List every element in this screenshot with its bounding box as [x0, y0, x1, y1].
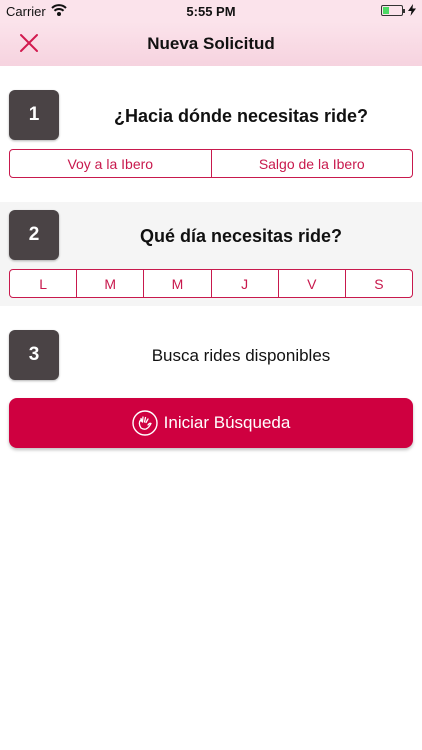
battery-icon	[381, 5, 405, 16]
step-2-title: Qué día necesitas ride?	[139, 226, 343, 246]
hand-wave-icon	[131, 410, 158, 436]
step-2-section: 2 Qué día necesitas ride? L M M J V S	[0, 202, 422, 306]
step-1-section: 1 ¿Hacia dónde necesitas ride? Voy a la …	[0, 66, 422, 202]
direction-selector: Voy a la Ibero Salgo de la Ibero	[9, 149, 413, 178]
option-to-ibero[interactable]: Voy a la Ibero	[10, 150, 211, 177]
start-search-label: Iniciar Búsqueda	[163, 413, 291, 432]
option-from-ibero[interactable]: Salgo de la Ibero	[210, 150, 413, 177]
day-option-friday[interactable]: V	[277, 270, 345, 297]
status-bar: Carrier 5:55 PM	[0, 0, 422, 22]
status-time: 5:55 PM	[186, 4, 236, 19]
step-2-badge: 2	[9, 210, 59, 260]
day-selector: L M M J V S	[9, 269, 413, 298]
day-option-monday[interactable]: L	[10, 270, 76, 297]
day-option-tuesday[interactable]: M	[76, 270, 143, 297]
navigation-bar: Nueva Solicitud	[0, 22, 422, 66]
charging-icon	[408, 4, 416, 16]
step-3-section: 3 Busca rides disponibles Iniciar Búsque…	[0, 306, 422, 486]
start-search-button[interactable]: Iniciar Búsqueda	[9, 398, 413, 448]
step-3-badge: 3	[9, 330, 59, 380]
step-3-title: Busca rides disponibles	[151, 346, 331, 365]
day-option-saturday[interactable]: S	[344, 270, 412, 297]
day-option-wednesday[interactable]: M	[143, 270, 210, 297]
day-option-thursday[interactable]: J	[210, 270, 278, 297]
page-title: Nueva Solicitud	[147, 34, 275, 53]
step-1-badge: 1	[9, 90, 59, 140]
step-1-title: ¿Hacia dónde necesitas ride?	[113, 106, 369, 126]
